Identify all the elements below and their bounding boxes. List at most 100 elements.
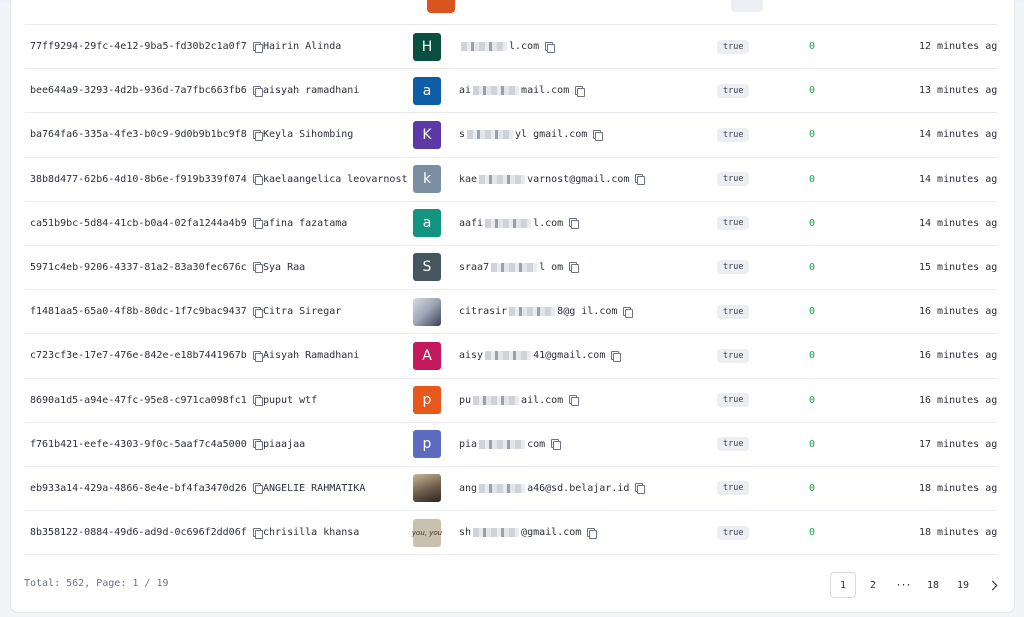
avatar-cell xyxy=(413,290,441,333)
copy-icon[interactable] xyxy=(551,439,562,451)
count-value: 0 xyxy=(809,41,816,52)
count-cell: 0 xyxy=(809,290,815,333)
avatar: a xyxy=(413,209,441,238)
email-end: varnost@gmail.com xyxy=(527,173,630,185)
table-row[interactable]: 77ff9294-29fc-4e12-9ba5-fd30b2c1a0f7 Hai… xyxy=(25,25,997,70)
chevron-right-icon xyxy=(987,580,997,590)
redacted-block xyxy=(461,42,507,51)
user-id-cell: 8b358122-0884-49d6-ad9d-0c696f2dd06f xyxy=(30,511,263,554)
user-id-cell: f1481aa5-65a0-4f8b-80dc-1f7c9bac9437 xyxy=(30,290,263,333)
email-cell: l.com xyxy=(459,25,556,68)
copy-icon[interactable] xyxy=(252,174,263,186)
copy-icon[interactable] xyxy=(635,174,646,186)
user-id: 8690a1d5-a94e-47fc-95e8-c971ca098fc1 xyxy=(30,394,247,406)
avatar-letter: p xyxy=(422,436,432,453)
copy-icon[interactable] xyxy=(545,41,556,53)
email-cell: sh @gmail.com xyxy=(459,511,598,554)
redacted-block xyxy=(479,483,526,493)
user-id: bee644a9-3293-4d2b-936d-7a7fbc663fb6 xyxy=(30,85,247,97)
copy-icon[interactable] xyxy=(569,218,580,230)
page-2-button[interactable]: 2 xyxy=(860,572,886,598)
copy-icon[interactable] xyxy=(252,439,263,451)
copy-icon[interactable] xyxy=(252,41,263,53)
avatar-letter: H xyxy=(421,38,433,55)
status-cell: true xyxy=(717,25,750,68)
redacted-block xyxy=(473,528,520,538)
table-row[interactable]: ba764fa6-335a-4fe3-b0c9-9d0b9b1bc9f8 Key… xyxy=(25,113,997,158)
page-18-button[interactable]: 18 xyxy=(920,572,946,598)
copy-icon[interactable] xyxy=(569,262,580,274)
relative-time: 12 minutes ago xyxy=(919,41,997,52)
copy-icon[interactable] xyxy=(587,527,598,539)
status-cell: true xyxy=(717,246,750,289)
table-row[interactable]: f1481aa5-65a0-4f8b-80dc-1f7c9bac9437 Cit… xyxy=(25,290,997,335)
table-row[interactable]: 38b8d477-62b6-4d10-8b6e-f919b339f074 kae… xyxy=(25,158,997,202)
time-cell: 18 minutes ago xyxy=(919,467,997,510)
avatar-cell: k xyxy=(413,158,441,201)
status-badge: true xyxy=(717,437,750,452)
avatar-letter: a xyxy=(422,215,432,232)
status-cell: true xyxy=(717,290,750,333)
email-start: sraa7 xyxy=(459,261,490,273)
avatar-letter: k xyxy=(422,171,432,188)
copy-icon[interactable] xyxy=(252,218,263,230)
table-row[interactable]: bee644a9-3293-4d2b-936d-7a7fbc663fb6 ais… xyxy=(25,69,997,114)
copy-icon[interactable] xyxy=(252,129,263,141)
next-page-button[interactable] xyxy=(980,572,1006,598)
email-start: kae xyxy=(459,173,478,185)
copy-icon[interactable] xyxy=(252,483,263,495)
avatar-letter: you, you xyxy=(411,528,443,537)
copy-icon[interactable] xyxy=(593,129,604,141)
pagination: 1 2 ··· 18 19 xyxy=(830,572,1006,598)
avatar: a xyxy=(413,76,441,105)
table-row[interactable]: 8690a1d5-a94e-47fc-95e8-c971ca098fc1 pup… xyxy=(25,379,997,423)
table-row[interactable]: eb933a14-429a-4866-8e4e-bf4fa3470d26 ANG… xyxy=(25,467,997,512)
avatar: A xyxy=(413,341,441,370)
page-19-button[interactable]: 19 xyxy=(950,572,976,598)
table-row[interactable]: ca51b9bc-5d84-41cb-b0a4-02fa1244a4b9 afi… xyxy=(25,202,997,246)
copy-icon[interactable] xyxy=(252,350,263,362)
status-cell: true xyxy=(717,379,750,422)
status-badge: true xyxy=(717,481,750,496)
relative-time: 18 minutes ago xyxy=(919,527,997,539)
copy-icon[interactable] xyxy=(252,262,263,274)
avatar-cell: p xyxy=(413,379,441,422)
copy-icon[interactable] xyxy=(635,483,646,495)
relative-time: 14 minutes ago xyxy=(919,217,997,229)
email-end: 41@gmail.com xyxy=(533,350,606,362)
count-value: 0 xyxy=(809,306,816,318)
avatar-cell: a xyxy=(413,202,441,245)
relative-time: 15 minutes ago xyxy=(919,261,997,273)
email-start: aafi xyxy=(459,217,484,229)
copy-icon[interactable] xyxy=(575,85,586,97)
avatar-cell: you, you xyxy=(411,511,443,554)
table-row[interactable]: c723cf3e-17e7-476e-842e-e18b7441967b Ais… xyxy=(25,334,997,379)
user-name: aisyah ramadhani xyxy=(263,85,360,97)
count-value: 0 xyxy=(809,438,816,450)
count-cell: 0 xyxy=(809,202,815,245)
copy-icon[interactable] xyxy=(623,306,634,318)
table-row[interactable]: 8b358122-0884-49d6-ad9d-0c696f2dd06f chr… xyxy=(25,511,997,556)
user-name: Sya Raa xyxy=(263,261,306,273)
count-value: 0 xyxy=(809,85,816,97)
avatar-cell: K xyxy=(413,113,441,156)
avatar-letter: K xyxy=(422,126,432,143)
copy-icon[interactable] xyxy=(569,395,580,406)
user-name-cell: Hairin Alinda xyxy=(263,25,341,68)
user-id: 38b8d477-62b6-4d10-8b6e-f919b339f074 xyxy=(30,173,247,185)
redacted-block xyxy=(485,218,532,228)
copy-icon[interactable] xyxy=(611,350,622,362)
copy-icon[interactable] xyxy=(252,85,263,97)
page-1-button[interactable]: 1 xyxy=(830,572,856,598)
copy-icon[interactable] xyxy=(252,527,263,539)
table-row[interactable]: 5971c4eb-9206-4337-81a2-83a30fec676c Sya… xyxy=(25,246,997,291)
table-row[interactable]: f761b421-eefe-4303-9f0c-5aaf7c4a5000 pia… xyxy=(25,423,997,467)
copy-icon[interactable] xyxy=(252,395,263,406)
time-cell: 13 minutes ago xyxy=(919,69,997,112)
count-cell: 0 xyxy=(809,334,815,377)
email-end: l.com xyxy=(533,217,564,229)
copy-icon[interactable] xyxy=(252,306,263,318)
time-cell: 14 minutes ago xyxy=(919,202,997,245)
avatar: you, you xyxy=(411,518,443,547)
email-cell: aafi l.com xyxy=(459,202,580,245)
